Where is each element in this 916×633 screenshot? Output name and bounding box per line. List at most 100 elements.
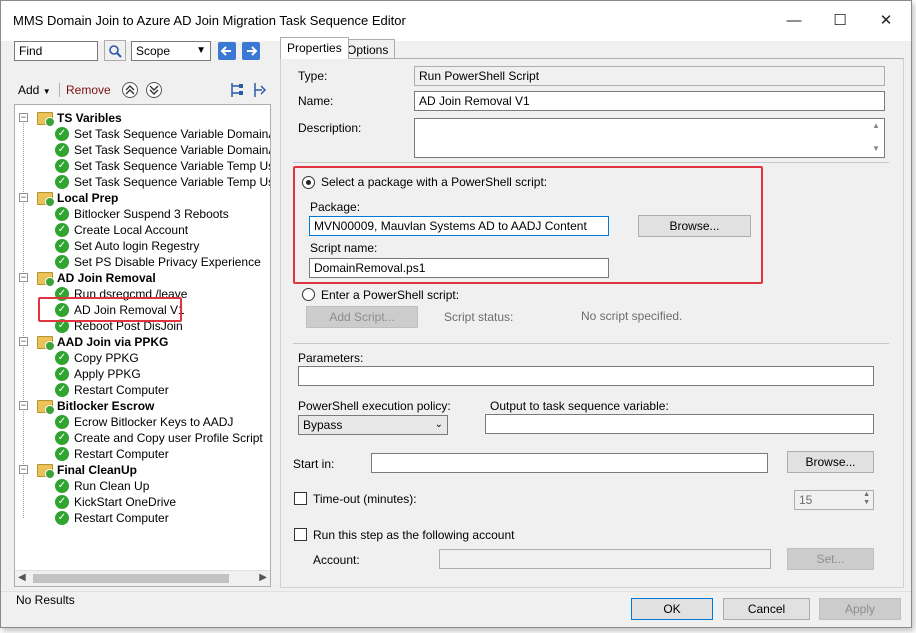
tree-expander[interactable]: − [19, 465, 28, 474]
collapse-all-button[interactable] [251, 81, 269, 99]
tree-item[interactable]: ✓ Restart Computer [55, 510, 169, 526]
start-in-input[interactable] [371, 453, 768, 473]
run-as-checkbox[interactable] [294, 528, 307, 541]
expand-all-button[interactable] [229, 81, 245, 99]
parameters-label: Parameters: [298, 351, 364, 365]
close-icon: ✕ [879, 12, 893, 29]
tree-expander[interactable]: − [19, 337, 28, 346]
tree-expander[interactable]: − [19, 113, 28, 122]
scroll-right-icon[interactable]: ▶ [259, 572, 267, 583]
add-menu[interactable]: Add ▼ [18, 83, 51, 97]
tree-group[interactable]: AAD Join via PPKG [37, 334, 168, 351]
tree-group[interactable]: AD Join Removal [37, 270, 156, 287]
exec-policy-value: Bypass [303, 418, 343, 432]
tree-item-label: Set Task Sequence Variable DomainAdm [74, 143, 270, 157]
tree-item[interactable]: ✓ Set Task Sequence Variable DomainAdm [55, 142, 270, 158]
cancel-button[interactable]: Cancel [723, 598, 810, 620]
folder-icon [37, 271, 55, 287]
tree-item[interactable]: ✓ Set Task Sequence Variable DomainAdm [55, 126, 270, 142]
tree-item-label: Set Auto login Regestry [74, 239, 200, 253]
browse-package-button[interactable]: Browse... [638, 215, 751, 237]
tree-group[interactable]: Local Prep [37, 190, 118, 207]
scroll-left-icon[interactable]: ◀ [18, 572, 26, 583]
tree-item[interactable]: ✓ Set PS Disable Privacy Experience [55, 254, 261, 270]
task-sequence-tree[interactable]: − TS Varibles ✓ Set Task Sequence Variable … [14, 104, 271, 587]
maximize-button[interactable]: ☐ [817, 5, 863, 35]
folder-icon [37, 191, 55, 207]
tree-item[interactable]: ✓ Set Auto login Regestry [55, 238, 199, 254]
separator [293, 343, 889, 344]
tree-group-label: AD Join Removal [57, 271, 156, 285]
move-up-button[interactable] [121, 81, 139, 99]
footer-separator [1, 591, 911, 592]
tree-item[interactable]: ✓ Create and Copy user Profile Script [55, 430, 263, 446]
tree-item[interactable]: ✓ Ecrow Bitlocker Keys to AADJ [55, 414, 233, 430]
tree-item-label: Run Clean Up [74, 479, 150, 493]
tree-item-label: Apply PPKG [74, 367, 141, 381]
remove-button[interactable]: Remove [66, 83, 111, 97]
success-check-icon: ✓ [55, 255, 69, 269]
tree-item-label: Create Local Account [74, 223, 189, 237]
tree-item[interactable]: ✓ Restart Computer [55, 382, 169, 398]
close-button[interactable]: ✕ [863, 5, 909, 35]
tree-item-label: KickStart OneDrive [74, 495, 177, 509]
tree-item[interactable]: ✓ Reboot Post DisJoin [55, 318, 183, 334]
exec-policy-label: PowerShell execution policy: [298, 399, 451, 413]
task-sequence-editor-window: MMS Domain Join to Azure AD Join Migrati… [0, 0, 912, 628]
account-input[interactable] [439, 549, 771, 569]
tree-expander[interactable]: − [19, 273, 28, 282]
ok-button[interactable]: OK [631, 598, 713, 620]
scrollbar-thumb[interactable] [33, 574, 229, 583]
tree-item[interactable]: ✓ Set Task Sequence Variable Temp User [55, 158, 270, 174]
tree-item[interactable]: ✓ Copy PPKG [55, 350, 139, 366]
tree-expand-icon [231, 83, 243, 97]
tree-item[interactable]: ✓ Restart Computer [55, 446, 169, 462]
scroll-down-icon[interactable]: ▼ [872, 144, 880, 153]
tree-item[interactable]: ✓ AD Join Removal V1 [55, 302, 185, 318]
success-check-icon: ✓ [55, 159, 69, 173]
output-var-input[interactable] [485, 414, 874, 434]
tree-item[interactable]: ✓ Apply PPKG [55, 366, 141, 382]
script-name-input[interactable]: DomainRemoval.ps1 [309, 258, 609, 278]
name-input[interactable]: AD Join Removal V1 [414, 91, 885, 111]
set-account-button[interactable]: Set... [787, 548, 874, 570]
parameters-input[interactable] [298, 366, 874, 386]
tree-group[interactable]: Final CleanUp [37, 462, 137, 479]
minimize-button[interactable]: — [771, 5, 817, 35]
tree-item[interactable]: ✓ Run dsregcmd /leave [55, 286, 187, 302]
select-package-radio[interactable] [302, 176, 315, 189]
tree-item[interactable]: ✓ Set Task Sequence Variable Temp User I [55, 174, 270, 190]
find-input[interactable]: Find [14, 41, 98, 61]
tab-properties[interactable]: Properties [280, 37, 349, 59]
timeout-checkbox[interactable] [294, 492, 307, 505]
package-field[interactable]: MVN00009, Mauvlan Systems AD to AADJ Con… [309, 216, 609, 236]
browse-start-in-button[interactable]: Browse... [787, 451, 874, 473]
move-down-button[interactable] [145, 81, 163, 99]
forward-button[interactable] [241, 41, 261, 61]
add-script-button[interactable]: Add Script... [306, 306, 418, 328]
scroll-up-icon[interactable]: ▲ [872, 121, 880, 130]
timeout-stepper[interactable]: 15 ▲ ▼ [794, 490, 874, 510]
back-button[interactable] [217, 41, 237, 61]
success-check-icon: ✓ [55, 511, 69, 525]
apply-button[interactable]: Apply [819, 598, 901, 620]
tree-item-label: Restart Computer [74, 447, 169, 461]
tree-item[interactable]: ✓ KickStart OneDrive [55, 494, 176, 510]
tree-item[interactable]: ✓ Run Clean Up [55, 478, 149, 494]
tree-group[interactable]: Bitlocker Escrow [37, 398, 154, 415]
enter-script-radio[interactable] [302, 288, 315, 301]
success-check-icon: ✓ [55, 287, 69, 301]
search-button[interactable] [104, 40, 126, 61]
scope-dropdown[interactable]: Scope ▼ [131, 41, 211, 61]
tree-item[interactable]: ✓ Bitlocker Suspend 3 Reboots [55, 206, 229, 222]
tree-expander[interactable]: − [19, 193, 28, 202]
stepper-arrows-icon[interactable]: ▲ ▼ [863, 491, 870, 507]
description-input[interactable] [414, 118, 885, 158]
tree-group[interactable]: TS Varibles [37, 110, 122, 127]
tree-item[interactable]: ✓ Create Local Account [55, 222, 188, 238]
arrow-left-icon [218, 42, 236, 60]
horizontal-scrollbar[interactable]: ◀ ▶ [15, 570, 270, 586]
exec-policy-dropdown[interactable]: Bypass ⌄ [298, 415, 448, 435]
tree-expander[interactable]: − [19, 401, 28, 410]
chevron-down-icon: ▼ [196, 45, 206, 56]
